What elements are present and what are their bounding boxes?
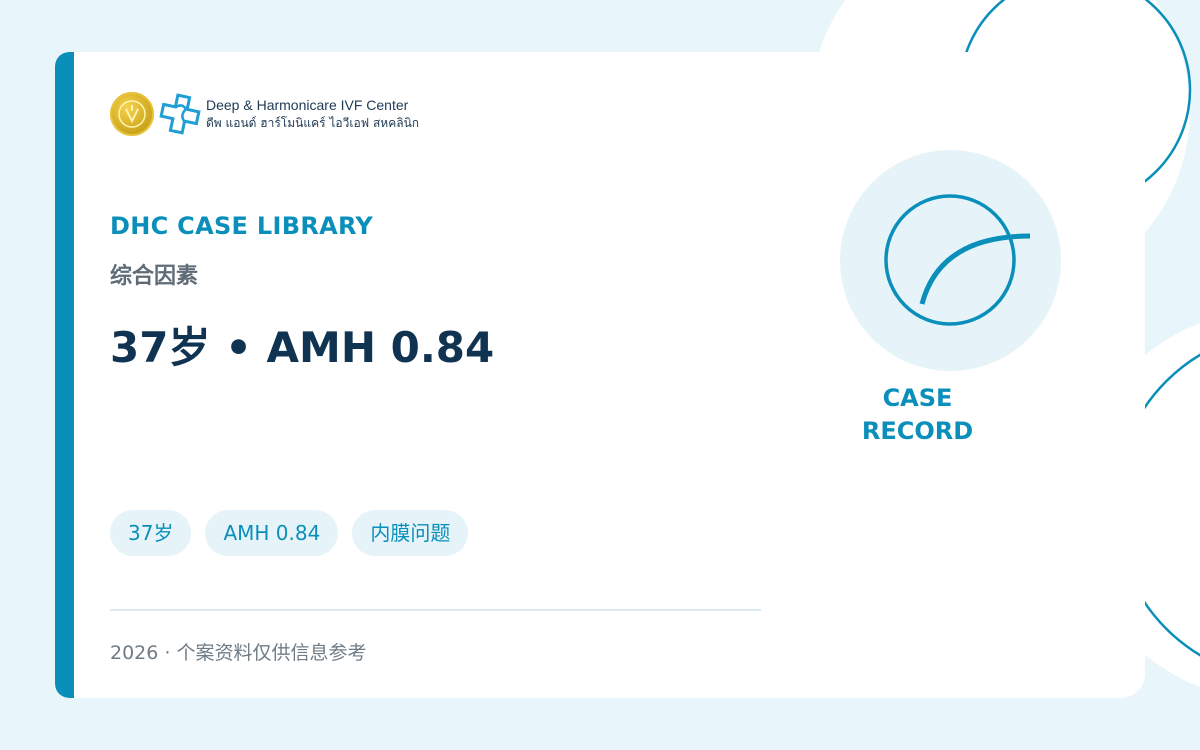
accent-bar [55, 52, 74, 698]
library-label: DHC CASE LIBRARY [110, 212, 374, 240]
brand-name-en: Deep & Harmonicare IVF Center [206, 97, 409, 113]
divider [110, 609, 761, 611]
record-circle-icon [884, 194, 1031, 326]
seal-icon [110, 92, 154, 136]
case-record-line2: RECORD [861, 417, 974, 445]
tag-list: 37岁 AMH 0.84 内膜问题 [110, 510, 469, 556]
tag-amh: AMH 0.84 [205, 510, 339, 556]
category-label: 综合因素 [110, 264, 199, 289]
clinic-cross-icon [159, 93, 201, 135]
brand-name-th: ดีพ แอนด์ ฮาร์โมนิแคร์ ไอวีเอฟ สหคลินิก [206, 116, 420, 130]
brand-logo: Deep & Harmonicare IVF Center ดีพ แอนด์ … [110, 92, 419, 136]
case-headline: 37岁 • AMH 0.84 [110, 323, 495, 372]
case-card: Deep & Harmonicare IVF Center ดีพ แอนด์ … [55, 52, 1145, 698]
case-record-label: CASE RECORD [855, 382, 980, 448]
case-record-badge [840, 150, 1061, 371]
footer-note: 2026 · 个案资料仅供信息参考 [110, 642, 367, 664]
tag-age: 37岁 [110, 510, 192, 556]
case-record-line1: CASE [882, 384, 953, 412]
tag-endometrium: 内膜问题 [352, 510, 469, 556]
